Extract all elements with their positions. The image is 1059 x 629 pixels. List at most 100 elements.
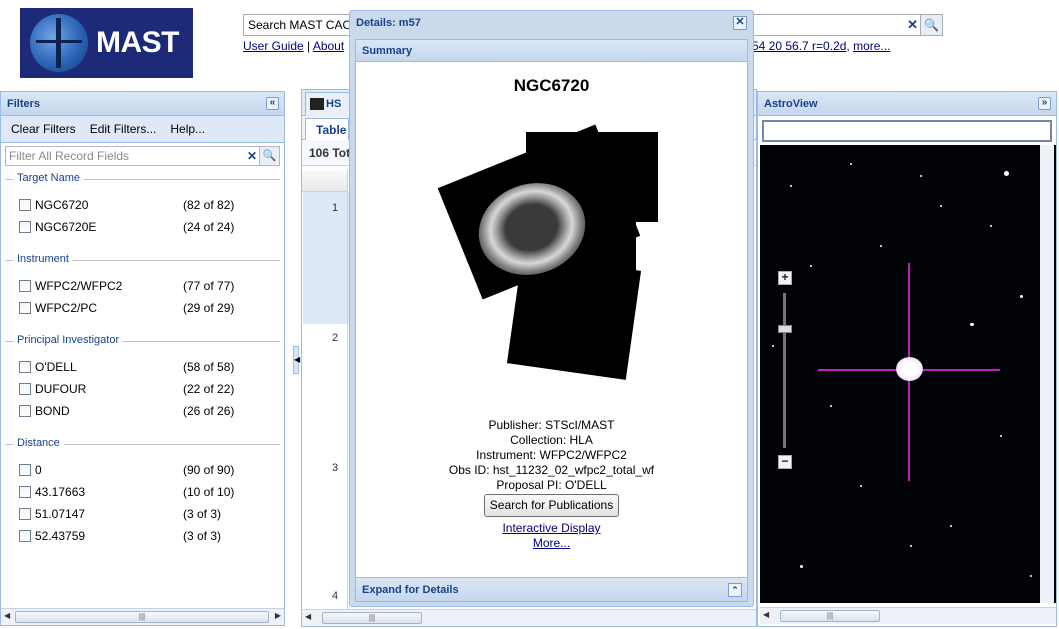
mast-logo[interactable]: MAST (20, 8, 193, 78)
tab-table[interactable]: Table (305, 118, 349, 140)
zoom-in-icon[interactable]: + (778, 271, 792, 285)
scroll-right-icon[interactable]: ▶ (275, 611, 281, 620)
filters-horizontal-scrollbar[interactable]: ◀ ||| ▶ (1, 608, 284, 625)
row-number[interactable]: 3 (332, 462, 338, 474)
scroll-thumb[interactable]: ||| (322, 612, 422, 624)
zoom-slider-track[interactable] (783, 293, 786, 448)
row-number[interactable]: 1 (332, 202, 338, 214)
search-publications-button[interactable]: Search for Publications (483, 494, 620, 517)
user-guide-link[interactable]: User Guide (243, 39, 304, 53)
clear-icon[interactable]: ✕ (907, 17, 918, 33)
star (810, 265, 812, 267)
filter-item[interactable]: 43.17663 (10 of 10) (5, 481, 280, 503)
filter-item-count: (24 of 24) (183, 220, 235, 234)
telescope-globe-icon (30, 14, 88, 72)
nebula-target (896, 357, 923, 381)
checkbox[interactable] (19, 383, 31, 395)
star (920, 175, 922, 177)
checkbox[interactable] (19, 508, 31, 520)
filter-item-count: (3 of 3) (183, 529, 222, 543)
scroll-left-icon[interactable]: ◀ (763, 610, 769, 619)
tab-hst-label: HS (326, 98, 342, 110)
row-number-column: 1 2 3 4 (302, 170, 348, 610)
row-number[interactable]: 2 (332, 332, 338, 344)
filter-item-label: 52.43759 (35, 529, 86, 543)
scroll-thumb[interactable]: ||| (780, 610, 880, 622)
scroll-left-icon[interactable]: ◀ (4, 611, 10, 620)
instrument: Instrument: WFPC2/WFPC2 (476, 448, 627, 462)
checkbox[interactable] (19, 280, 31, 292)
edit-filters-button[interactable]: Edit Filters... (90, 122, 157, 136)
astroview-vertical-scrollbar[interactable] (1040, 145, 1054, 603)
astroview-search-input[interactable] (762, 120, 1052, 142)
details-title: Details: m57 (356, 17, 421, 29)
filter-item[interactable]: NGC6720E (24 of 24) (5, 216, 280, 238)
zoom-out-icon[interactable]: − (778, 455, 792, 469)
details-dialog: Details: m57 ✕ Summary NGC6720 Publisher… (349, 10, 754, 607)
expand-details-header[interactable]: Expand for Details ⌃ (356, 577, 747, 601)
filter-item[interactable]: 52.43759 (3 of 3) (5, 525, 280, 547)
expand-up-icon[interactable]: ⌃ (728, 583, 742, 597)
filter-item[interactable]: WFPC2/WFPC2 (77 of 77) (5, 275, 280, 297)
checkbox[interactable] (19, 221, 31, 233)
filter-item[interactable]: 0 (90 of 90) (5, 459, 280, 481)
collapse-left-icon[interactable]: « (266, 97, 279, 110)
checkbox[interactable] (19, 405, 31, 417)
filter-item[interactable]: 51.07147 (3 of 3) (5, 503, 280, 525)
checkbox[interactable] (19, 530, 31, 542)
star (1030, 575, 1032, 577)
filter-item[interactable]: O'DELL (58 of 58) (5, 356, 280, 378)
sky-viewer[interactable]: + − (760, 145, 1056, 603)
filter-item[interactable]: WFPC2/PC (29 of 29) (5, 297, 280, 319)
filter-item-label: 51.07147 (35, 507, 86, 521)
collapse-right-icon[interactable]: » (1038, 97, 1051, 110)
checkbox[interactable] (19, 486, 31, 498)
about-link[interactable]: About (313, 39, 344, 53)
panel-splitter[interactable]: ◀ (293, 346, 300, 374)
row-number[interactable]: 4 (332, 590, 338, 602)
filter-search-icon[interactable]: 🔍 (259, 147, 279, 165)
search-icon[interactable]: 🔍 (920, 15, 942, 35)
filter-group-principal-investigator: Principal Investigator O'DELL (58 of 58) … (5, 334, 280, 430)
scroll-left-icon[interactable]: ◀ (305, 612, 311, 621)
astroview-horizontal-scrollbar[interactable]: ◀ ||| (760, 607, 1056, 624)
filter-item-count: (58 of 58) (183, 360, 235, 374)
checkbox[interactable] (19, 464, 31, 476)
close-icon[interactable]: ✕ (733, 16, 747, 30)
filter-group-title: Target Name (13, 172, 84, 184)
filter-group-title: Distance (13, 437, 64, 449)
astroview-title: AstroView (764, 98, 818, 110)
resolver-links: 54 20 56.7 r=0.2d, more... (752, 39, 891, 53)
more-link[interactable]: more... (853, 39, 890, 53)
help-button[interactable]: Help... (170, 122, 205, 136)
observation-preview-image[interactable] (437, 124, 668, 402)
filter-item-count: (3 of 3) (183, 507, 222, 521)
tab-hst[interactable]: HS (305, 92, 351, 116)
publisher: Publisher: STScI/MAST (488, 418, 615, 432)
filter-item-count: (22 of 22) (183, 382, 235, 396)
details-titlebar[interactable]: Details: m57 ✕ (350, 11, 753, 35)
expand-details-label: Expand for Details (362, 584, 459, 596)
filter-item[interactable]: NGC6720 (82 of 82) (5, 194, 280, 216)
summary-header[interactable]: Summary (356, 40, 747, 62)
checkbox[interactable] (19, 302, 31, 314)
checkbox[interactable] (19, 361, 31, 373)
clear-filters-button[interactable]: Clear Filters (11, 122, 76, 136)
filter-item-label: BOND (35, 404, 70, 418)
filter-item[interactable]: DUFOUR (22 of 22) (5, 378, 280, 400)
star (860, 485, 862, 487)
filter-records-input[interactable]: Filter All Record Fields ✕ 🔍 (5, 146, 280, 166)
coordinate-link[interactable]: 54 20 56.7 r=0.2d (752, 39, 846, 53)
interactive-display-link[interactable]: Interactive Display (356, 521, 747, 536)
scroll-thumb[interactable]: ||| (15, 611, 269, 623)
star (850, 163, 852, 165)
grid-horizontal-scrollbar[interactable]: ◀ ||| (302, 609, 756, 626)
star (940, 205, 942, 207)
filter-item[interactable]: BOND (26 of 26) (5, 400, 280, 422)
filters-panel: Filters « Clear Filters Edit Filters... … (0, 91, 285, 626)
star (970, 323, 974, 326)
zoom-slider-knob[interactable] (778, 325, 792, 333)
clear-filter-icon[interactable]: ✕ (247, 149, 257, 163)
more-details-link[interactable]: More... (356, 536, 747, 551)
checkbox[interactable] (19, 199, 31, 211)
